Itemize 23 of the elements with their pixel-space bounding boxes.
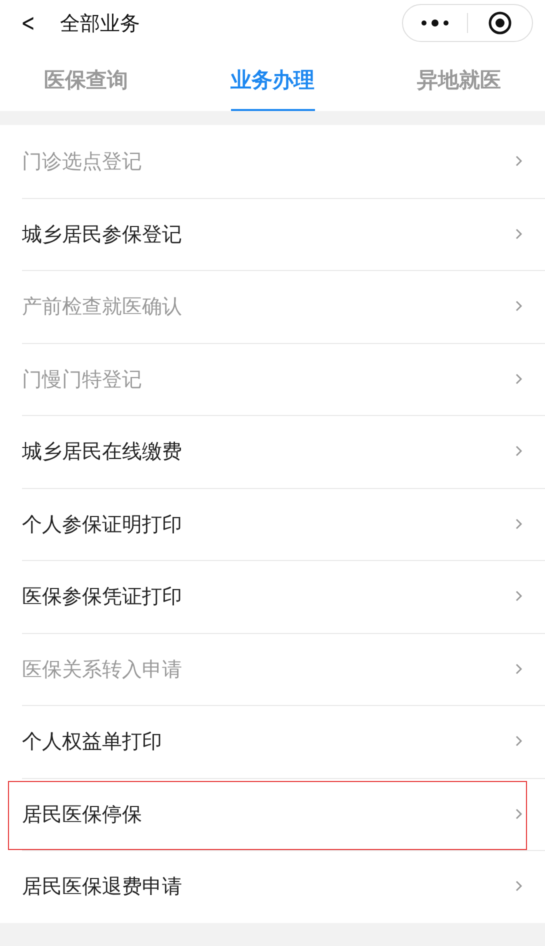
chevron-icon [515, 300, 523, 312]
list-item[interactable]: 医保参保凭证打印 [0, 560, 545, 632]
list-item[interactable]: 城乡居民在线缴费 [0, 415, 545, 488]
list-item[interactable]: 居民医保停保 [0, 778, 545, 850]
chevron-icon [515, 662, 523, 675]
chevron-icon [515, 445, 523, 458]
chevron-icon [515, 808, 523, 820]
chevron-icon [515, 372, 523, 385]
chevron-icon [515, 880, 523, 892]
chevron-icon [515, 228, 523, 240]
list-item[interactable]: 个人权益单打印 [0, 705, 545, 778]
chevron-icon [515, 155, 523, 168]
tab[interactable]: 业务办理 [230, 55, 314, 110]
page-title: 全部业务 [60, 10, 140, 36]
chevron-icon [515, 518, 523, 530]
chevron-icon [515, 590, 523, 602]
list-item[interactable]: 居民医保退费申请 [0, 850, 545, 922]
chevron-icon [515, 735, 523, 748]
back-button[interactable]: < [21, 10, 36, 34]
close-icon[interactable] [488, 10, 512, 34]
list-item[interactable]: 个人参保证明打印 [0, 488, 545, 560]
more-icon[interactable] [420, 18, 450, 26]
list-item[interactable]: 城乡居民参保登记 [0, 198, 545, 270]
